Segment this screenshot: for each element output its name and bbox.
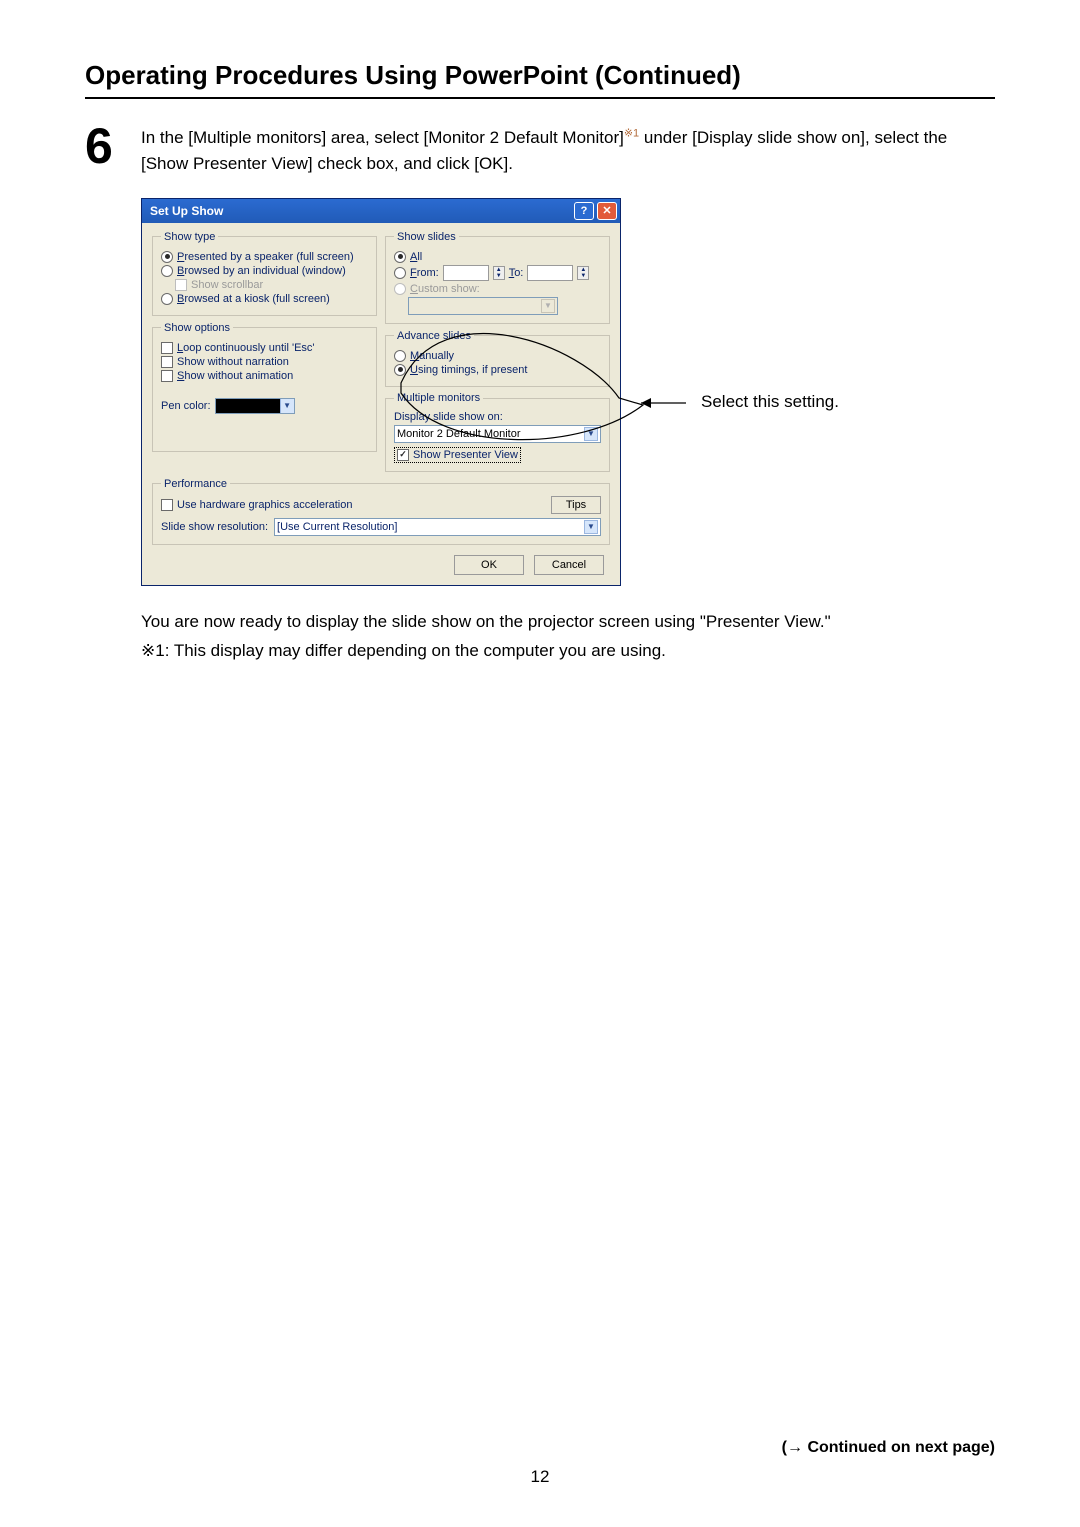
radio-icon — [394, 364, 406, 376]
advance-slides-legend: Advance slides — [394, 330, 474, 342]
checkbox-hw-accel[interactable]: Use hardware graphics acceleration — [161, 499, 551, 511]
custom-show-dropdown: ▼ — [408, 297, 558, 315]
to-label: To: — [509, 267, 524, 279]
radio-label: Manually — [410, 350, 454, 362]
checkbox-icon — [161, 356, 173, 368]
radio-using-timings[interactable]: Using timings, if present — [394, 364, 601, 376]
checkbox-icon — [161, 499, 173, 511]
radio-icon — [394, 350, 406, 362]
page-title: Operating Procedures Using PowerPoint (C… — [85, 60, 995, 91]
footnote-ref: ※1 — [624, 127, 639, 139]
show-options-legend: Show options — [161, 322, 233, 334]
step-text: In the [Multiple monitors] area, select … — [141, 121, 995, 178]
checkbox-icon — [397, 449, 409, 461]
radio-label: Custom show: — [410, 283, 480, 295]
radio-from-to[interactable]: From: ▲▼ To: ▲▼ — [394, 265, 601, 281]
resolution-value: [Use Current Resolution] — [277, 521, 584, 533]
radio-label: Using timings, if present — [410, 364, 527, 376]
checkbox-label: Use hardware graphics acceleration — [177, 499, 352, 511]
callout-bridge-mask — [406, 378, 438, 384]
checkbox-show-scrollbar: Show scrollbar — [175, 279, 368, 291]
resolution-dropdown[interactable]: [Use Current Resolution] ▼ — [274, 518, 601, 536]
radio-icon — [394, 267, 406, 279]
performance-legend: Performance — [161, 478, 230, 490]
checkbox-label: Loop continuously until 'Esc' — [177, 342, 315, 354]
checkbox-icon — [161, 342, 173, 354]
radio-manually[interactable]: Manually — [394, 350, 601, 362]
show-type-group: Show type Presented by a speaker (full s… — [152, 231, 377, 316]
radio-label: Browsed by an individual (window) — [177, 265, 346, 277]
checkbox-icon — [175, 279, 187, 291]
pen-color-dropdown[interactable]: ▼ — [215, 398, 295, 414]
radio-label: Browsed at a kiosk (full screen) — [177, 293, 330, 305]
multiple-monitors-group: Multiple monitors Display slide show on:… — [385, 393, 610, 472]
show-slides-legend: Show slides — [394, 231, 459, 243]
ok-button[interactable]: OK — [454, 555, 524, 575]
set-up-show-dialog: Set Up Show ? ✕ Show type Presented by a… — [141, 198, 621, 586]
radio-label: Presented by a speaker (full screen) — [177, 251, 354, 263]
page-number: 12 — [0, 1467, 1080, 1487]
checkbox-loop[interactable]: Loop continuously until 'Esc' — [161, 342, 368, 354]
chevron-down-icon: ▼ — [280, 399, 294, 413]
to-input[interactable] — [527, 265, 573, 281]
dialog-titlebar: Set Up Show ? ✕ — [142, 199, 620, 223]
display-on-label: Display slide show on: — [394, 411, 601, 423]
radio-browsed-individual[interactable]: Browsed by an individual (window) — [161, 265, 368, 277]
cancel-button[interactable]: Cancel — [534, 555, 604, 575]
step-number: 6 — [85, 121, 141, 171]
to-spinner[interactable]: ▲▼ — [577, 266, 589, 280]
callout-text: Select this setting. — [701, 392, 839, 412]
show-type-legend: Show type — [161, 231, 218, 243]
radio-icon — [161, 251, 173, 263]
radio-label: All — [410, 251, 422, 263]
checkbox-no-narration[interactable]: Show without narration — [161, 356, 368, 368]
multiple-monitors-legend: Multiple monitors — [394, 392, 483, 404]
pen-color-label: Pen color: — [161, 400, 211, 412]
radio-custom-show: Custom show: — [394, 283, 601, 295]
chevron-down-icon: ▼ — [584, 427, 598, 441]
chevron-down-icon: ▼ — [541, 299, 555, 313]
monitor-value: Monitor 2 Default Monitor — [397, 428, 584, 440]
from-spinner[interactable]: ▲▼ — [493, 266, 505, 280]
checkbox-icon — [161, 370, 173, 382]
from-label: From: — [410, 267, 439, 279]
show-options-group: Show options Loop continuously until 'Es… — [152, 322, 377, 452]
from-input[interactable] — [443, 265, 489, 281]
performance-group: Performance Use hardware graphics accele… — [152, 478, 610, 545]
show-slides-group: Show slides All From: ▲▼ To: — [385, 231, 610, 324]
radio-icon — [394, 251, 406, 263]
checkbox-label: Show scrollbar — [191, 279, 263, 291]
checkbox-no-animation[interactable]: Show without animation — [161, 370, 368, 382]
post-text-1: You are now ready to display the slide s… — [141, 608, 995, 637]
post-text-2: ※1: This display may differ depending on… — [141, 637, 995, 666]
monitor-dropdown[interactable]: Monitor 2 Default Monitor ▼ — [394, 425, 601, 443]
checkbox-show-presenter-view[interactable]: Show Presenter View — [394, 447, 521, 463]
help-button[interactable]: ? — [574, 202, 594, 220]
radio-icon — [161, 293, 173, 305]
radio-all[interactable]: All — [394, 251, 601, 263]
checkbox-label: Show without animation — [177, 370, 293, 382]
chevron-down-icon: ▼ — [584, 520, 598, 534]
resolution-label: Slide show resolution: — [161, 521, 268, 533]
step-text-part1: In the [Multiple monitors] area, select … — [141, 128, 624, 147]
checkbox-label: Show without narration — [177, 356, 289, 368]
radio-presented-by-speaker[interactable]: Presented by a speaker (full screen) — [161, 251, 368, 263]
radio-icon — [394, 283, 406, 295]
continued-note: (→ Continued on next page) — [782, 1439, 995, 1457]
tips-button[interactable]: Tips — [551, 496, 601, 514]
radio-browsed-kiosk[interactable]: Browsed at a kiosk (full screen) — [161, 293, 368, 305]
title-divider — [85, 97, 995, 99]
dialog-title: Set Up Show — [150, 199, 223, 223]
close-button[interactable]: ✕ — [597, 202, 617, 220]
radio-icon — [161, 265, 173, 277]
checkbox-label: Show Presenter View — [413, 449, 518, 461]
